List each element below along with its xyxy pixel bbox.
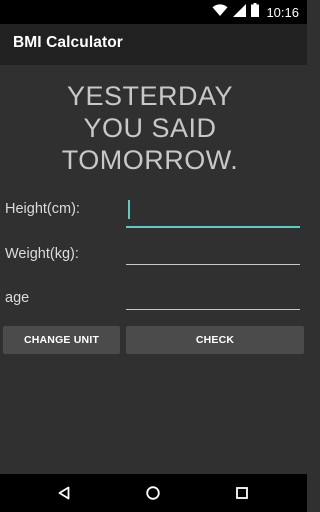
- height-label: Height(cm):: [5, 201, 80, 217]
- weight-row: Weight(kg):: [0, 236, 307, 276]
- headline-line-3: TOMORROW.: [61, 145, 239, 175]
- age-input-underline: [126, 309, 300, 310]
- screen: 10:16 BMI Calculator YESTERDAY YOU SAID …: [0, 0, 307, 512]
- headline: YESTERDAY YOU SAID TOMORROW.: [0, 80, 300, 176]
- headline-line-1: YESTERDAY: [66, 81, 234, 111]
- wifi-icon: [212, 3, 228, 22]
- action-bar: BMI Calculator: [0, 24, 307, 65]
- cell-signal-icon: [233, 3, 247, 22]
- back-icon[interactable]: [54, 483, 74, 503]
- battery-icon: [251, 3, 260, 22]
- check-button[interactable]: CHECK: [126, 326, 304, 354]
- status-bar: 10:16: [0, 0, 307, 24]
- age-input[interactable]: [126, 285, 300, 311]
- change-unit-button[interactable]: CHANGE UNIT: [3, 326, 120, 354]
- text-cursor: [128, 200, 130, 219]
- status-icons: 10:16: [212, 3, 299, 22]
- nav-bar: [0, 474, 307, 512]
- height-input[interactable]: [126, 196, 300, 222]
- headline-line-2: YOU SAID: [83, 113, 217, 143]
- weight-label: Weight(kg):: [5, 246, 79, 262]
- home-icon[interactable]: [143, 483, 163, 503]
- age-label: age: [5, 290, 30, 306]
- recents-icon[interactable]: [232, 483, 252, 503]
- status-time: 10:16: [266, 4, 299, 20]
- height-row: Height(cm):: [0, 191, 307, 231]
- weight-input-underline: [126, 264, 300, 265]
- height-input-underline: [126, 226, 300, 228]
- app-title: BMI Calculator: [13, 34, 123, 51]
- age-row: age: [0, 280, 307, 320]
